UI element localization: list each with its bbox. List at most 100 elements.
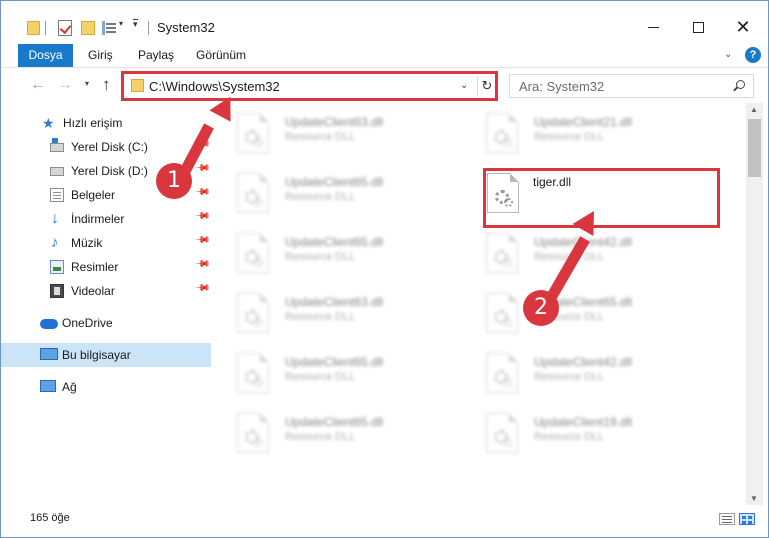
sidebar-item-label: İndirmeler bbox=[71, 212, 125, 226]
step-1-badge: 1 bbox=[156, 163, 192, 199]
dll-file-icon bbox=[486, 233, 518, 273]
file-item[interactable]: UpdateClient65.dll Resource DLL bbox=[225, 407, 455, 463]
file-type: Resource DLL bbox=[285, 131, 356, 143]
dll-file-icon bbox=[486, 293, 518, 333]
toolbar-separator bbox=[148, 21, 149, 35]
search-input[interactable]: Ara: System32 bbox=[509, 74, 754, 98]
file-name: UpdateClient63.dll bbox=[285, 295, 384, 309]
sidebar-item-onedrive[interactable]: OneDrive bbox=[1, 311, 211, 335]
file-item[interactable]: UpdateClient65.dll Resource DLL bbox=[225, 167, 455, 223]
onedrive-icon bbox=[40, 319, 58, 329]
close-button[interactable]: ✕ bbox=[720, 13, 766, 41]
window-title: System32 bbox=[157, 20, 215, 35]
file-type: Resource DLL bbox=[534, 371, 605, 383]
sidebar-item-network[interactable]: Ağ bbox=[1, 375, 211, 399]
file-type: Resource DLL bbox=[285, 191, 356, 203]
dll-file-icon bbox=[237, 233, 269, 273]
sidebar-item-music[interactable]: ♪ Müzik 📌 bbox=[1, 231, 211, 255]
network-icon bbox=[40, 380, 56, 392]
dll-file-icon bbox=[237, 353, 269, 393]
file-explorer-window: ▾ ▾ System32 ✕ Dosya Giriş Paylaş Görünü… bbox=[0, 0, 769, 538]
pin-icon[interactable]: 📌 bbox=[194, 160, 211, 177]
pictures-icon bbox=[50, 260, 64, 274]
file-name: UpdateClient65.dll bbox=[285, 235, 384, 249]
pin-icon[interactable]: 📌 bbox=[194, 232, 211, 249]
documents-icon bbox=[50, 188, 64, 202]
back-arrow-icon[interactable]: ← bbox=[30, 76, 46, 94]
file-name: UpdateClient21.dll bbox=[534, 115, 633, 129]
file-item[interactable]: UpdateClient63.dll Resource DLL bbox=[225, 287, 455, 343]
file-type: Resource DLL bbox=[285, 431, 356, 443]
sidebar-item-label: Müzik bbox=[71, 236, 103, 250]
sidebar-item-label: Yerel Disk (D:) bbox=[71, 164, 148, 178]
rename-icon[interactable] bbox=[102, 21, 116, 35]
sidebar-item-quick-access[interactable]: ★ Hızlı erişim bbox=[1, 111, 211, 135]
quick-access-toolbar-chevron-icon[interactable]: ▾ bbox=[133, 19, 138, 29]
maximize-icon bbox=[692, 21, 704, 33]
file-item[interactable]: UpdateClient21.dll Resource DLL bbox=[474, 107, 704, 163]
pin-icon[interactable]: 📌 bbox=[194, 184, 211, 201]
search-placeholder: Ara: System32 bbox=[519, 79, 605, 94]
file-item[interactable]: UpdateClient42.dll Resource DLL bbox=[474, 347, 704, 403]
file-item[interactable]: UpdateClient42.dll Resource DLL bbox=[474, 227, 704, 283]
address-bar-highlight-box bbox=[121, 71, 498, 101]
vertical-scrollbar[interactable]: ▲ ▼ bbox=[746, 103, 763, 505]
file-item[interactable]: UpdateClient63.dll Resource DLL bbox=[225, 107, 455, 163]
file-type: Resource DLL bbox=[285, 311, 356, 323]
file-item[interactable]: UpdateClient65.dll Resource DLL bbox=[474, 287, 704, 343]
sidebar-item-label: Videolar bbox=[71, 284, 115, 298]
dll-file-icon bbox=[237, 293, 269, 333]
tab-share[interactable]: Paylaş bbox=[128, 44, 184, 67]
scroll-up-arrow-icon[interactable]: ▲ bbox=[750, 105, 758, 114]
sidebar-item-label: Yerel Disk (C:) bbox=[71, 140, 148, 154]
sidebar-item-videos[interactable]: Videolar 📌 bbox=[1, 279, 211, 303]
videos-icon bbox=[50, 284, 64, 298]
file-item[interactable]: UpdateClient19.dll Resource DLL bbox=[474, 407, 704, 463]
customize-dropdown-icon[interactable]: ▾ bbox=[119, 19, 123, 28]
properties-check-icon[interactable] bbox=[58, 20, 72, 36]
download-icon: ↓ bbox=[51, 210, 59, 227]
sidebar-item-label: OneDrive bbox=[62, 316, 113, 330]
recent-locations-chevron-icon[interactable]: ▾ bbox=[85, 79, 89, 88]
new-folder-icon[interactable] bbox=[81, 21, 95, 35]
minimize-icon bbox=[647, 26, 659, 28]
tab-file[interactable]: Dosya bbox=[18, 44, 73, 67]
details-view-icon[interactable] bbox=[719, 513, 735, 525]
maximize-button[interactable] bbox=[675, 13, 721, 41]
toolbar-separator bbox=[45, 21, 46, 35]
sidebar-item-label: Belgeler bbox=[71, 188, 116, 202]
pin-icon[interactable]: 📌 bbox=[194, 256, 211, 273]
file-item[interactable]: UpdateClient65.dll Resource DLL bbox=[225, 227, 455, 283]
star-icon: ★ bbox=[42, 115, 55, 131]
disk-icon bbox=[50, 138, 64, 152]
up-arrow-icon[interactable]: ↑ bbox=[102, 75, 111, 95]
file-name: UpdateClient65.dll bbox=[285, 415, 384, 429]
sidebar-item-local-disk-c[interactable]: Yerel Disk (C:) 📌 bbox=[1, 135, 211, 159]
scrollbar-thumb[interactable] bbox=[748, 119, 761, 177]
scroll-down-arrow-icon[interactable]: ▼ bbox=[750, 494, 758, 503]
sidebar-item-pictures[interactable]: Resimler 📌 bbox=[1, 255, 211, 279]
disk-icon bbox=[50, 167, 64, 176]
dll-file-icon bbox=[237, 113, 269, 153]
tab-view[interactable]: Görünüm bbox=[186, 44, 256, 67]
sidebar-item-this-pc[interactable]: Bu bilgisayar bbox=[1, 343, 211, 367]
file-name: UpdateClient65.dll bbox=[285, 175, 384, 189]
dll-file-icon bbox=[237, 173, 269, 213]
expand-ribbon-chevron-icon[interactable]: ⌄ bbox=[724, 49, 732, 60]
pin-icon[interactable]: 📌 bbox=[194, 208, 211, 225]
sidebar-item-downloads[interactable]: ↓ İndirmeler 📌 bbox=[1, 207, 211, 231]
pin-icon[interactable]: 📌 bbox=[194, 280, 211, 297]
status-bar: 165 öğe bbox=[1, 506, 768, 537]
large-icons-view-icon[interactable] bbox=[739, 513, 755, 525]
file-type: Resource DLL bbox=[534, 431, 605, 443]
minimize-button[interactable] bbox=[630, 13, 676, 41]
tab-home[interactable]: Giriş bbox=[78, 44, 123, 67]
step-2-badge: 2 bbox=[523, 290, 559, 326]
dll-file-icon bbox=[486, 413, 518, 453]
this-pc-icon bbox=[40, 348, 58, 360]
forward-arrow-icon[interactable]: → bbox=[57, 76, 73, 94]
ribbon-tabs: Dosya Giriş Paylaş Görünüm ⌄ ? bbox=[1, 44, 768, 68]
help-icon[interactable]: ? bbox=[745, 47, 761, 63]
search-icon[interactable] bbox=[733, 80, 745, 92]
file-item[interactable]: UpdateClient65.dll Resource DLL bbox=[225, 347, 455, 403]
